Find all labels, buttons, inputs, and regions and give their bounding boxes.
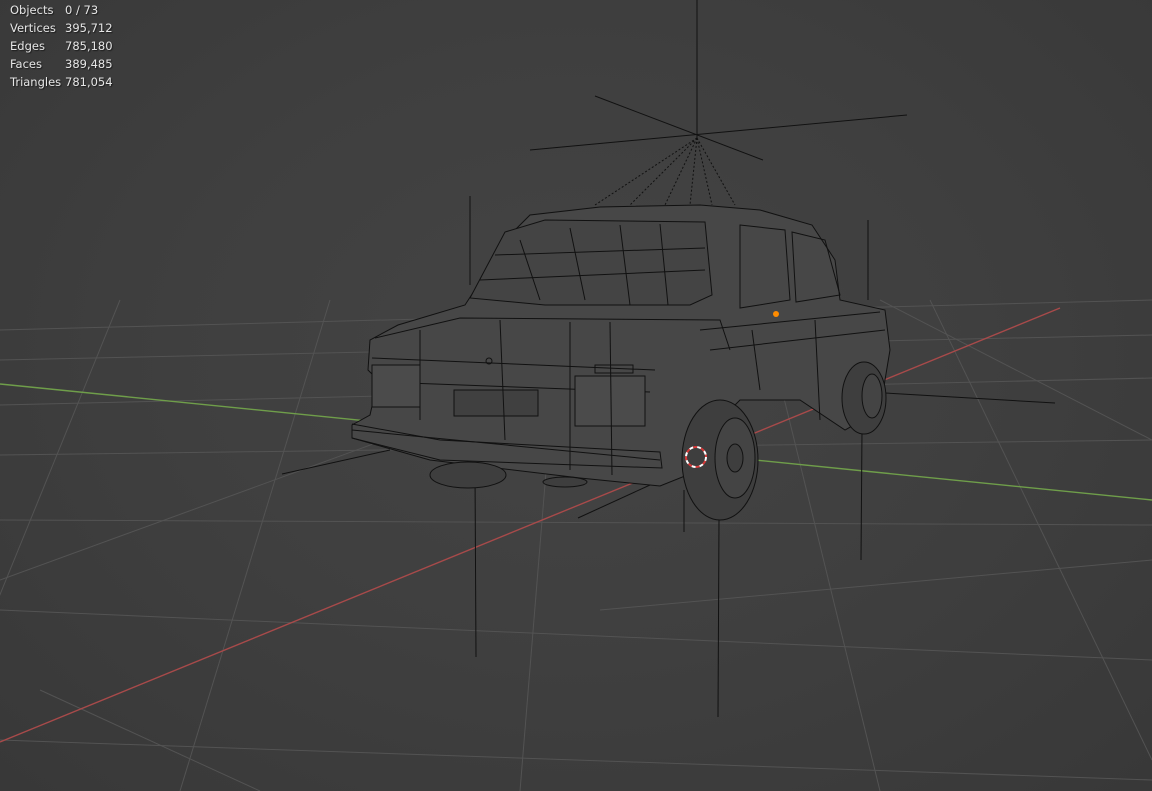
stat-value: 785,180 xyxy=(65,39,113,53)
stat-value: 781,054 xyxy=(65,75,113,89)
rear-left-wheel xyxy=(429,461,507,489)
car-wireframe[interactable] xyxy=(351,204,891,487)
front-right-wheel xyxy=(841,361,887,435)
stat-vertices: Vertices 395,712 xyxy=(10,19,113,37)
stat-value: 389,485 xyxy=(65,57,113,71)
stat-label: Edges xyxy=(10,39,45,53)
stat-value: 395,712 xyxy=(65,21,113,35)
3d-viewport[interactable]: Objects 0 / 73 Vertices 395,712 Edges 78… xyxy=(0,0,1152,791)
stat-label: Faces xyxy=(10,57,42,71)
stat-faces: Faces 389,485 xyxy=(10,55,113,73)
stat-triangles: Triangles 781,054 xyxy=(10,73,113,91)
stat-label: Triangles xyxy=(10,75,62,89)
scene-statistics-overlay: Objects 0 / 73 Vertices 395,712 Edges 78… xyxy=(10,1,113,91)
stat-objects: Objects 0 / 73 xyxy=(10,1,113,19)
exhaust xyxy=(542,476,588,488)
rear-right-wheel xyxy=(681,399,759,521)
stat-value: 0 / 73 xyxy=(65,3,99,17)
stat-label: Vertices xyxy=(10,21,56,35)
stat-label: Objects xyxy=(10,3,54,17)
light-object-icon[interactable] xyxy=(529,0,908,206)
stat-edges: Edges 785,180 xyxy=(10,37,113,55)
viewport-scene[interactable] xyxy=(0,0,1152,791)
object-origin-icon xyxy=(773,311,779,317)
